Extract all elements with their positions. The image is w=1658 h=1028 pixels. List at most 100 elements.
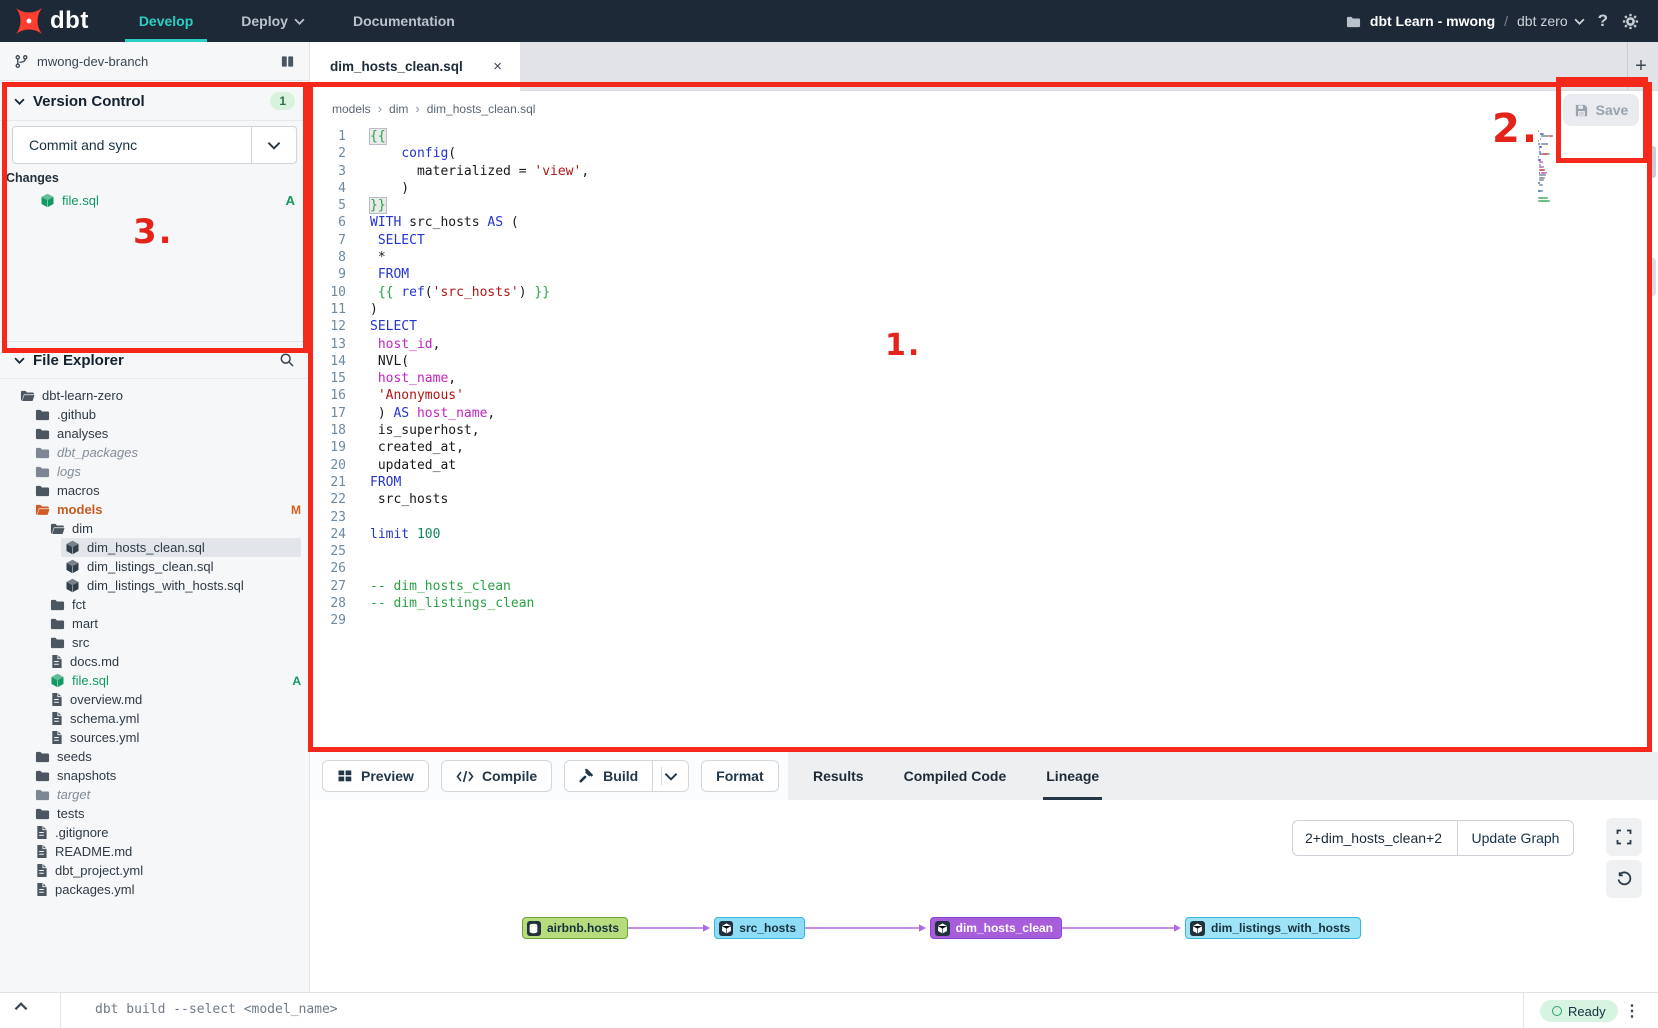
line-content: FROM bbox=[346, 266, 409, 283]
format-button[interactable]: Format bbox=[701, 760, 778, 792]
hammer-icon bbox=[579, 768, 595, 784]
tab-compiled-code[interactable]: Compiled Code bbox=[901, 752, 1010, 800]
tree-item-label: .github bbox=[57, 407, 96, 422]
help-button[interactable]: ? bbox=[1594, 11, 1612, 31]
commit-options-caret[interactable] bbox=[251, 127, 296, 163]
line-number: 10 bbox=[310, 284, 346, 301]
tree-item-schema-yml[interactable]: schema.yml bbox=[0, 709, 309, 728]
chevron-down-icon bbox=[267, 141, 281, 150]
dbt-cloud-ide: dbt DevelopDeploy Documentation dbt Learn… bbox=[0, 0, 1658, 1028]
tree-item-overview-md[interactable]: overview.md bbox=[0, 690, 309, 709]
file-icon bbox=[50, 692, 63, 707]
environment-selector[interactable]: dbt zero bbox=[1517, 13, 1585, 29]
commit-button-label: Commit and sync bbox=[13, 137, 251, 153]
nav-item-label: Documentation bbox=[353, 13, 455, 29]
layout-columns-icon[interactable] bbox=[280, 54, 295, 69]
breadcrumb-item-dim[interactable]: dim bbox=[389, 102, 408, 116]
scrollbar-thumb[interactable] bbox=[1649, 146, 1656, 178]
tree-item-fct[interactable]: fct bbox=[0, 595, 309, 614]
tree-item-packages-yml[interactable]: packages.yml bbox=[0, 880, 309, 899]
save-floppy-icon bbox=[1574, 103, 1589, 118]
tree-item-dim-hosts-clean-sql[interactable]: dim_hosts_clean.sql bbox=[0, 538, 309, 557]
file-explorer-header[interactable]: File Explorer bbox=[0, 345, 309, 375]
tree-item-snapshots[interactable]: snapshots bbox=[0, 766, 309, 785]
file-explorer-title: File Explorer bbox=[33, 352, 124, 369]
build-button[interactable]: Build bbox=[564, 760, 653, 792]
tree-item-github[interactable]: .github bbox=[0, 405, 309, 424]
code-line: 27-- dim_hosts_clean bbox=[310, 578, 1658, 595]
tree-item-models[interactable]: modelsM bbox=[0, 500, 309, 519]
tree-item-analyses[interactable]: analyses bbox=[0, 424, 309, 443]
tab-results[interactable]: Results bbox=[810, 752, 867, 800]
command-input[interactable]: dbt build --select <model_name> bbox=[95, 1002, 338, 1017]
compile-button[interactable]: Compile bbox=[441, 760, 552, 792]
settings-gear-icon[interactable] bbox=[1621, 12, 1640, 31]
tree-item-gitignore[interactable]: .gitignore bbox=[0, 823, 309, 842]
tree-item-label: tests bbox=[57, 806, 84, 821]
tree-item-docs-md[interactable]: docs.md bbox=[0, 652, 309, 671]
branch-row[interactable]: mwong-dev-branch bbox=[0, 42, 309, 81]
chevron-up-icon[interactable] bbox=[14, 1002, 28, 1011]
tree-item-seeds[interactable]: seeds bbox=[0, 747, 309, 766]
tree-item-mart[interactable]: mart bbox=[0, 614, 309, 633]
commit-and-sync-button[interactable]: Commit and sync bbox=[12, 126, 297, 164]
nav-item-deploy[interactable]: Deploy bbox=[217, 0, 329, 42]
line-number: 22 bbox=[310, 491, 346, 508]
nav-item-documentation[interactable]: Documentation bbox=[329, 0, 479, 42]
line-number: 27 bbox=[310, 578, 346, 595]
tree-item-src[interactable]: src bbox=[0, 633, 309, 652]
preview-button[interactable]: Preview bbox=[322, 760, 429, 792]
minimap[interactable] bbox=[1538, 130, 1586, 205]
line-number: 21 bbox=[310, 474, 346, 491]
tree-item-file-sql[interactable]: file.sqlA bbox=[0, 671, 309, 690]
tree-item-dim-listings-clean-sql[interactable]: dim_listings_clean.sql bbox=[0, 557, 309, 576]
folder-icon bbox=[35, 445, 50, 460]
save-button[interactable]: Save bbox=[1563, 94, 1639, 126]
tree-item-dim[interactable]: dim bbox=[0, 519, 309, 538]
version-control-header[interactable]: Version Control 1 bbox=[0, 86, 309, 116]
kebab-menu-icon[interactable]: ⋮ bbox=[1624, 1001, 1640, 1021]
tree-item-dbt-packages[interactable]: dbt_packages bbox=[0, 443, 309, 462]
tree-item-label: logs bbox=[57, 464, 81, 479]
build-options-caret[interactable] bbox=[653, 760, 689, 792]
new-tab-button[interactable]: + bbox=[1627, 42, 1654, 90]
line-number: 3 bbox=[310, 163, 346, 180]
code-line: 4 ) bbox=[310, 180, 1658, 197]
breadcrumb-item-dim-hosts-clean-sql[interactable]: dim_hosts_clean.sql bbox=[427, 102, 536, 116]
changes-count-badge: 1 bbox=[270, 92, 295, 110]
close-icon[interactable]: × bbox=[491, 58, 504, 75]
scrollbar-thumb[interactable] bbox=[1649, 258, 1656, 296]
tree-item-readme-md[interactable]: README.md bbox=[0, 842, 309, 861]
dbt-logo[interactable]: dbt bbox=[0, 0, 115, 42]
tree-item-dbt-project-yml[interactable]: dbt_project.yml bbox=[0, 861, 309, 880]
tree-item-logs[interactable]: logs bbox=[0, 462, 309, 481]
tab-lineage[interactable]: Lineage bbox=[1043, 752, 1102, 800]
lineage-node-dim-hosts-clean[interactable]: dim_hosts_clean bbox=[930, 917, 1062, 939]
status-badge: Ready bbox=[1540, 1000, 1618, 1022]
primary-nav: DevelopDeploy Documentation bbox=[115, 0, 479, 42]
code-editor[interactable]: 1{{2 config(3 materialized = 'view',4 )5… bbox=[310, 128, 1658, 752]
code-line: 20 updated_at bbox=[310, 457, 1658, 474]
button-label: Preview bbox=[361, 768, 414, 784]
changed-file-row[interactable]: file.sql A bbox=[0, 190, 309, 210]
line-number: 5 bbox=[310, 197, 346, 214]
status-dot-icon bbox=[1552, 1006, 1562, 1016]
lineage-node-dim-listings-with-hosts[interactable]: dim_listings_with_hosts bbox=[1185, 917, 1361, 939]
nav-item-develop[interactable]: Develop bbox=[115, 0, 217, 42]
tree-item-label: dim_listings_clean.sql bbox=[87, 559, 213, 574]
tree-item-sources-yml[interactable]: sources.yml bbox=[0, 728, 309, 747]
breadcrumb: models›dim›dim_hosts_clean.sql bbox=[310, 91, 1658, 126]
tree-item-target[interactable]: target bbox=[0, 785, 309, 804]
editor-tab-dim-hosts-clean[interactable]: dim_hosts_clean.sql × bbox=[310, 42, 520, 91]
divider bbox=[0, 120, 309, 121]
code-line: 24limit 100 bbox=[310, 526, 1658, 543]
tree-item-macros[interactable]: macros bbox=[0, 481, 309, 500]
breadcrumb-item-models[interactable]: models bbox=[332, 102, 371, 116]
lineage-node-airbnb-hosts[interactable]: airbnb.hosts bbox=[522, 917, 628, 939]
tree-item-dbt-learn-zero[interactable]: dbt-learn-zero bbox=[0, 386, 309, 405]
tree-item-dim-listings-with-hosts-sql[interactable]: dim_listings_with_hosts.sql bbox=[0, 576, 309, 595]
search-icon[interactable] bbox=[279, 352, 295, 368]
lineage-node-src-hosts[interactable]: src_hosts bbox=[714, 917, 805, 939]
project-name[interactable]: dbt Learn - mwong bbox=[1370, 13, 1495, 29]
tree-item-tests[interactable]: tests bbox=[0, 804, 309, 823]
